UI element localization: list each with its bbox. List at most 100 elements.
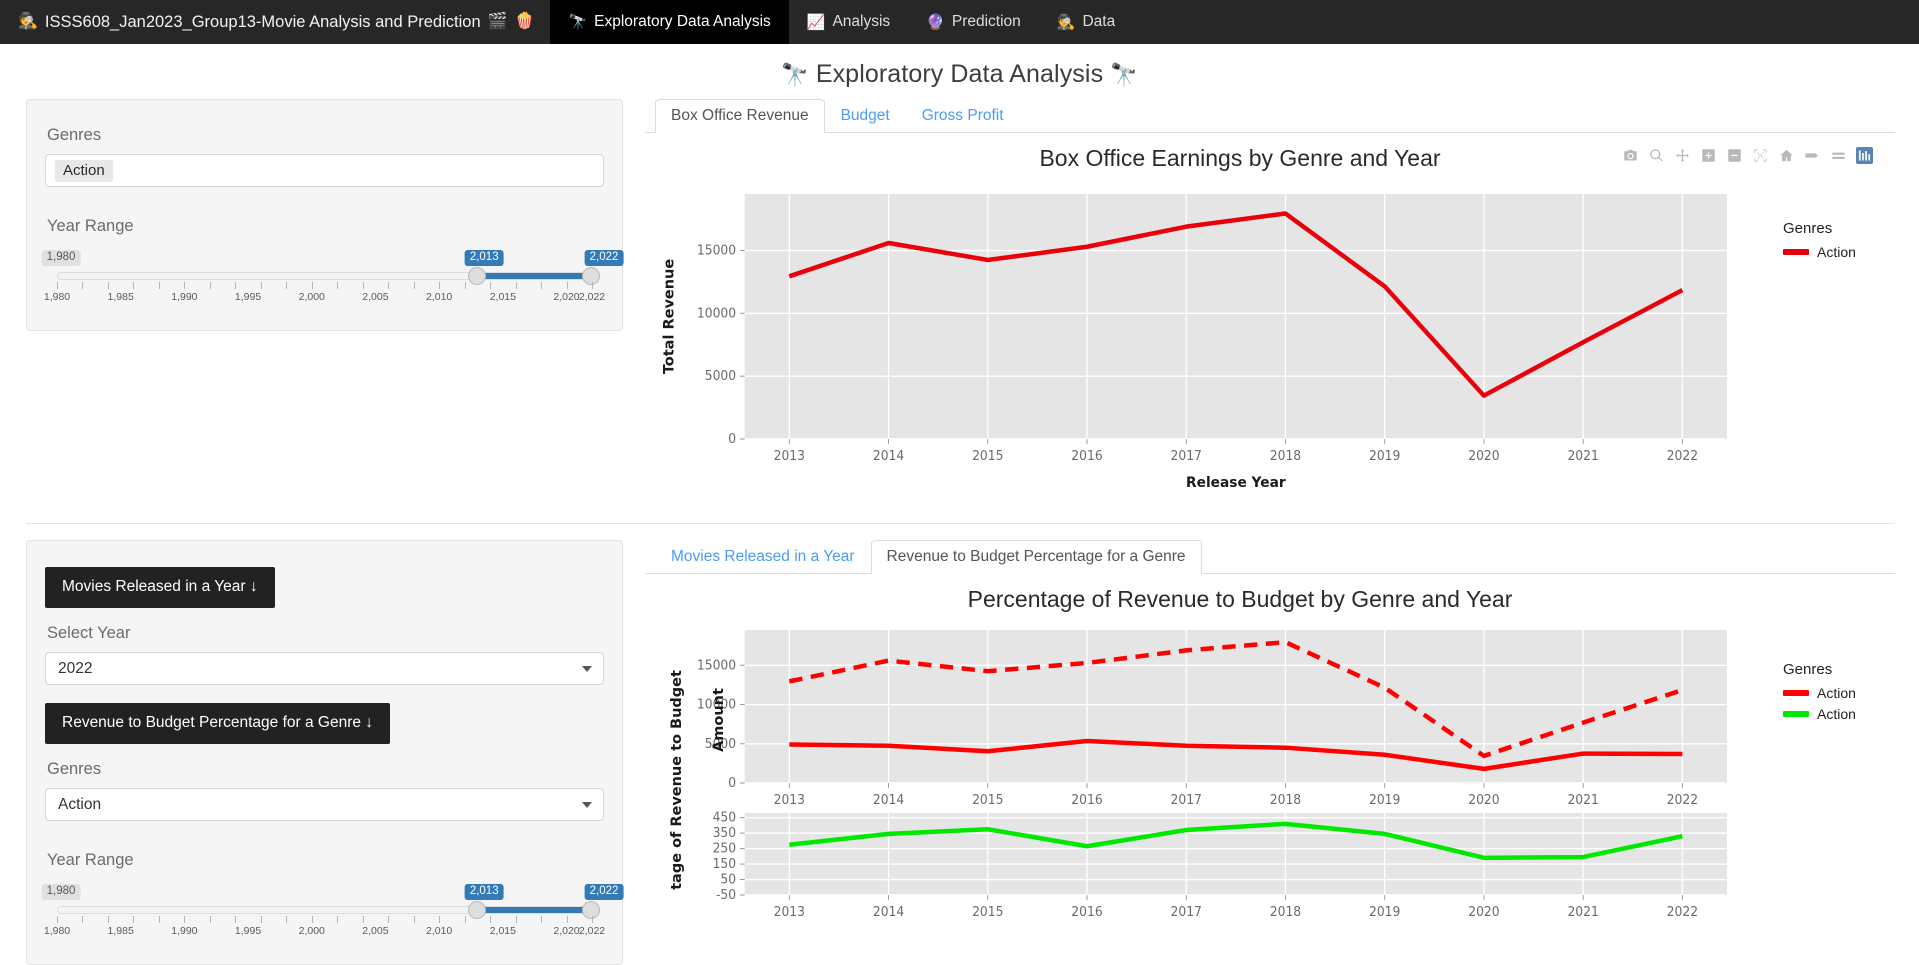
tab-budget[interactable]: Budget	[825, 99, 906, 133]
slider-tick-label: 2,000	[298, 925, 325, 937]
slider-tick-label: 2,015	[489, 291, 516, 303]
axis-text: 2019	[1369, 792, 1400, 807]
nav-item-label: Data	[1082, 13, 1116, 30]
slider-tick-label: 1,980	[43, 291, 71, 303]
slider-bubbles: 1,980 2,013 2,022	[41, 250, 624, 267]
axis-text: 2013	[774, 904, 805, 919]
genres-dropdown-bottom[interactable]: Action	[45, 788, 604, 821]
spike-lines-icon[interactable]	[1804, 147, 1821, 164]
app-brand[interactable]: 🕵 ISSS608_Jan2023_Group13-Movie Analysis…	[0, 0, 550, 44]
page-title-text: Exploratory Data Analysis	[815, 60, 1104, 88]
controls-panel-bottom: Movies Released in a Year ↓ Select Year …	[26, 540, 624, 965]
legend-entry-action-green[interactable]: Action	[1783, 706, 1895, 722]
bar-chart-icon[interactable]	[1856, 147, 1873, 164]
slider-track[interactable]	[57, 901, 600, 919]
plotly-modebar-top	[1622, 147, 1873, 164]
slider-tick-label: 2,000	[298, 291, 325, 303]
legend-entry-action-red[interactable]: Action	[1783, 685, 1895, 701]
row-bottom: Movies Released in a Year ↓ Select Year …	[0, 540, 1919, 965]
slider-high-bubble: 2,022	[584, 250, 624, 266]
slider-tick-label: 2,020	[553, 925, 580, 937]
nav-item-exploratory-data-analysis[interactable]: 🔭 Exploratory Data Analysis	[550, 0, 789, 44]
nav-item-data[interactable]: 🕵 Data	[1039, 0, 1133, 44]
section-divider	[26, 523, 1895, 524]
slider-tick-label: 1,995	[234, 925, 262, 937]
telescope-icon: 🔭	[781, 62, 809, 87]
axis-text: 2017	[1171, 904, 1202, 919]
zoom-icon[interactable]	[1648, 147, 1665, 164]
plot-flex-top: 0 5000 10000 15000 2013 2014 2015 2016 2017 2018 2…	[645, 184, 1895, 509]
year-range-slider-bottom[interactable]: 1,980 2,013 2,022 1,980 1,985 1,990 1,995 2,…	[41, 884, 624, 940]
slider-tick-label: 1,985	[107, 925, 134, 937]
nav-item-analysis[interactable]: 📈 Analysis	[789, 0, 908, 44]
genres-input[interactable]: Action	[45, 154, 604, 187]
revenue-to-budget-button[interactable]: Revenue to Budget Percentage for a Genre…	[45, 703, 391, 744]
select-year-value: 2022	[58, 659, 93, 677]
axis-text: 2021	[1567, 448, 1598, 463]
axis-text: 2015	[972, 904, 1003, 919]
axis-text: 2018	[1270, 792, 1301, 807]
tab-revenue-to-budget-percentage[interactable]: Revenue to Budget Percentage for a Genre	[870, 540, 1202, 574]
nav-item-label: Prediction	[951, 13, 1021, 30]
pan-icon[interactable]	[1674, 147, 1691, 164]
revenue-budget-plot-card: Percentage of Revenue to Budget by Genre…	[645, 574, 1895, 940]
home-icon[interactable]	[1778, 147, 1795, 164]
tab-gross-profit[interactable]: Gross Profit	[906, 99, 1020, 133]
axis-text: 2013	[774, 792, 805, 807]
zoom-in-icon[interactable]	[1700, 147, 1717, 164]
legend-label: Action	[1817, 685, 1856, 701]
slider-tick-labels: 1,980 1,985 1,990 1,995 2,000 2,005 2,010 2,015…	[44, 925, 605, 939]
detective-icon: 🕵	[18, 13, 38, 30]
slider-tick-label: 2,010	[426, 291, 453, 303]
year-range-label-bottom: Year Range	[47, 851, 134, 869]
legend-entry-action[interactable]: Action	[1783, 244, 1895, 260]
axis-text: Release Year	[1186, 475, 1286, 491]
movies-released-button[interactable]: Movies Released in a Year ↓	[45, 567, 275, 608]
axis-text: 2018	[1270, 904, 1301, 919]
axis-text: Amount	[711, 688, 727, 752]
axis-text: 2017	[1171, 448, 1202, 463]
plot-area-revenue-budget: 0 5000 10000 15000 2013 2014 2015 2016 2017 2018 2…	[645, 625, 1765, 940]
axis-text: 2016	[1071, 792, 1102, 807]
genres-value-bottom: Action	[58, 795, 102, 813]
axis-text: 2018	[1270, 448, 1301, 463]
nav-item-prediction[interactable]: 🔮 Prediction	[908, 0, 1039, 44]
axis-text: 0	[728, 431, 736, 446]
axis-text: 2021	[1567, 792, 1598, 807]
crystal-ball-icon: 🔮	[926, 13, 945, 31]
slider-tick-labels: 1,980 1,985 1,990 1,995 2,000 2,005 2,010 2,015…	[44, 291, 605, 305]
legend-title: Genres	[1783, 661, 1833, 678]
slider-range-fill	[476, 273, 591, 279]
axis-text: 15000	[697, 657, 736, 672]
zoom-out-icon[interactable]	[1726, 147, 1743, 164]
axis-text: -50	[716, 887, 736, 902]
plot-background	[744, 194, 1728, 439]
slider-min-bubble: 1,980	[41, 250, 81, 266]
box-office-plot-card: Box Office Earnings by Genre and Year 05…	[645, 133, 1895, 509]
slider-min-bubble: 1,980	[41, 884, 81, 900]
genre-tag-action[interactable]: Action	[55, 159, 113, 182]
plot-panel-bottom: Movies Released in a Year Revenue to Bud…	[623, 540, 1895, 940]
axis-text: 2022	[1667, 904, 1698, 919]
year-range-slider-top[interactable]: 1,980 2,013 2,022 1,980 1,985 1,990 1,995 2,…	[41, 250, 624, 306]
detective-icon: 🕵	[1056, 13, 1076, 31]
slider-high-bubble: 2,022	[584, 884, 624, 900]
axis-text: tage of Revenue to Budget	[669, 670, 685, 890]
slider-track[interactable]	[57, 267, 600, 285]
legend-title: Genres	[1783, 220, 1833, 237]
autoscale-icon[interactable]	[1752, 147, 1769, 164]
plot-area-box-office: 0 5000 10000 15000 2013 2014 2015 2016 2017 2018 2…	[645, 184, 1765, 509]
tab-box-office-revenue[interactable]: Box Office Revenue	[655, 99, 825, 133]
telescope-icon: 🔭	[1110, 62, 1138, 87]
legend-swatch	[1783, 249, 1809, 255]
axis-text: 5000	[705, 368, 736, 383]
legend-label: Action	[1817, 244, 1856, 260]
hover-compare-icon[interactable]	[1830, 147, 1847, 164]
app-title: ISSS608_Jan2023_Group13-Movie Analysis a…	[44, 12, 481, 31]
axis-text: Total Revenue	[662, 259, 678, 374]
axis-text: 150	[713, 856, 737, 871]
select-year-dropdown[interactable]: 2022	[45, 652, 604, 685]
tab-movies-released-in-a-year[interactable]: Movies Released in a Year	[655, 540, 871, 574]
camera-icon[interactable]	[1622, 147, 1639, 164]
plot-title-revenue-budget: Percentage of Revenue to Budget by Genre…	[967, 586, 1513, 612]
